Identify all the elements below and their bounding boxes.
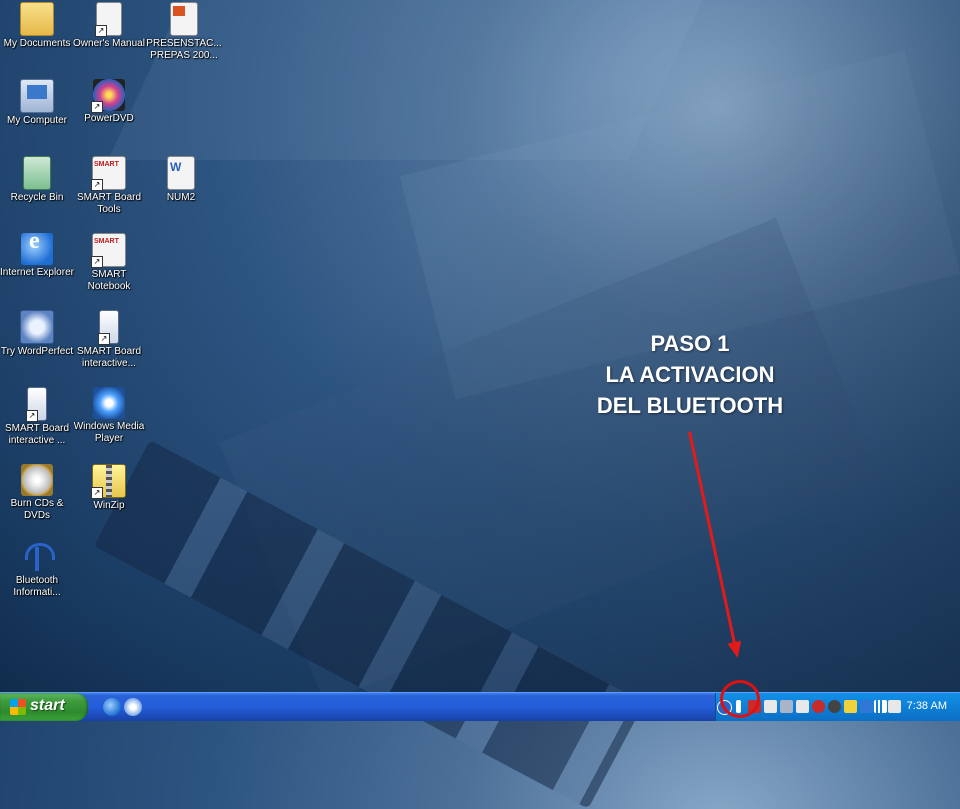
- bluetooth-icon: [21, 541, 55, 573]
- desktop-icon-label: My Documents: [3, 38, 71, 49]
- desktop-icon-label: My Computer: [6, 115, 67, 126]
- owners-manual-icon: ↗: [95, 2, 122, 37]
- power-tray-icon[interactable]: [844, 700, 857, 713]
- shortcut-arrow-icon: ↗: [26, 410, 38, 422]
- desktop-icon-windows-media-player[interactable]: Windows Media Player: [72, 385, 146, 445]
- desktop-icon-label: Windows Media Player: [73, 421, 145, 444]
- display-tray-icon[interactable]: [780, 700, 793, 713]
- step-annotation: PASO 1 LA ACTIVACION DEL BLUETOOTH: [565, 328, 815, 421]
- burn-cd-icon: [21, 464, 53, 496]
- word-document-icon: [167, 156, 195, 190]
- desktop-icon-label: PowerDVD: [84, 113, 134, 124]
- desktop-icon-label: Bluetooth Informati...: [13, 575, 61, 598]
- quicklaunch-internet-explorer-icon[interactable]: [103, 698, 121, 716]
- powerdvd-icon: ↗: [91, 79, 125, 113]
- shortcut-arrow-icon: ↗: [95, 25, 107, 37]
- taskbar-clock[interactable]: 7:38 AM: [907, 700, 947, 712]
- shortcut-arrow-icon: ↗: [91, 101, 103, 113]
- desktop-icon-presentation[interactable]: PRESENSTAC... PREPAS 200...: [144, 0, 224, 62]
- monitor-tray-icon[interactable]: [796, 700, 809, 713]
- shortcut-arrow-icon: ↗: [98, 333, 110, 345]
- wallpaper-dell-logo: [93, 440, 645, 809]
- desktop-icon-smart-board-interactive-1[interactable]: ↗ SMART Board interactive...: [72, 308, 146, 370]
- wallpaper-panel: [219, 217, 881, 703]
- desktop-icon-label: SMART Board interactive ...: [4, 423, 70, 446]
- wireless-tray-icon[interactable]: [874, 700, 887, 713]
- annotation-line-2: LA ACTIVACION: [605, 362, 775, 387]
- desktop-icon-label: Recycle Bin: [10, 192, 64, 203]
- desktop-icon-label: PRESENSTAC... PREPAS 200...: [146, 38, 222, 61]
- shortcut-arrow-icon: ↗: [91, 487, 103, 499]
- internet-explorer-icon: [21, 233, 53, 265]
- desktop-icon-internet-explorer[interactable]: Internet Explorer: [0, 231, 74, 279]
- desktop-icon-try-wordperfect[interactable]: Try WordPerfect: [0, 308, 74, 358]
- desktop-icon-label: WinZip: [93, 500, 125, 511]
- player-tray-icon[interactable]: [828, 700, 841, 713]
- quicklaunch-show-desktop-icon[interactable]: [124, 698, 142, 716]
- my-documents-icon: [20, 2, 54, 36]
- desktop-icon-bluetooth-information[interactable]: Bluetooth Informati...: [0, 539, 74, 599]
- taskbar: start 7:38 AM: [0, 692, 960, 721]
- alert-tray-icon[interactable]: [812, 700, 825, 713]
- start-button[interactable]: start: [0, 693, 88, 721]
- desktop-icon-label: Owner's Manual: [73, 38, 145, 49]
- winzip-icon: ↗: [91, 464, 126, 499]
- windows-logo-icon: [10, 699, 26, 715]
- desktop-icon-label: SMART Board interactive...: [76, 346, 142, 369]
- wordperfect-icon: [20, 310, 54, 344]
- desktop-icon-num2[interactable]: NUM2: [144, 154, 218, 204]
- desktop-icon-label: SMART Board Tools: [76, 192, 142, 215]
- desktop-icon-my-documents[interactable]: My Documents: [0, 0, 74, 50]
- desktop-icon-smart-board-interactive-2[interactable]: ↗ SMART Board interactive ...: [0, 385, 74, 447]
- smart-board-tools-icon: ↗: [91, 156, 126, 191]
- desktop-icon-winzip[interactable]: ↗ WinZip: [72, 462, 146, 512]
- smart-board-interactive-icon: ↗: [26, 387, 47, 422]
- desktop-icon-label: Internet Explorer: [0, 267, 74, 278]
- annotation-line-1: PASO 1: [650, 331, 730, 356]
- annotation-arrow-head: [727, 640, 745, 660]
- desktop-icon-recycle-bin[interactable]: Recycle Bin: [0, 154, 74, 204]
- desktop-icon-smart-notebook[interactable]: ↗ SMART Notebook: [72, 231, 146, 293]
- desktop-icon-label: NUM2: [166, 192, 196, 203]
- desktop-icon-owners-manual[interactable]: ↗ Owner's Manual: [72, 0, 146, 50]
- start-label: start: [30, 697, 65, 714]
- shortcut-arrow-icon: ↗: [91, 179, 103, 191]
- windows-media-player-icon: [93, 387, 125, 419]
- annotation-arrow: [688, 431, 738, 650]
- desktop-icon-burn-cds[interactable]: Burn CDs & DVDs: [0, 462, 74, 522]
- shortcut-arrow-icon: ↗: [91, 256, 103, 268]
- desktop-icon-smart-board-tools[interactable]: ↗ SMART Board Tools: [72, 154, 146, 216]
- bluetooth-highlight-circle: [720, 680, 760, 718]
- desktop-icon-label: SMART Notebook: [87, 269, 131, 292]
- battery-tray-icon[interactable]: [860, 700, 873, 713]
- recycle-bin-icon: [23, 156, 51, 190]
- smart-board-interactive-icon: ↗: [98, 310, 119, 345]
- my-computer-icon: [20, 79, 54, 113]
- network-tray-icon[interactable]: [764, 700, 777, 713]
- desktop-icon-label: Burn CDs & DVDs: [10, 498, 64, 521]
- desktop-icon-my-computer[interactable]: My Computer: [0, 77, 74, 127]
- desktop-icon-label: Try WordPerfect: [0, 346, 74, 357]
- volume-tray-icon[interactable]: [888, 700, 901, 713]
- smart-notebook-icon: ↗: [91, 233, 126, 268]
- powerpoint-file-icon: [170, 2, 198, 36]
- annotation-line-3: DEL BLUETOOTH: [596, 393, 784, 418]
- desktop-icon-powerdvd[interactable]: ↗ PowerDVD: [72, 77, 146, 125]
